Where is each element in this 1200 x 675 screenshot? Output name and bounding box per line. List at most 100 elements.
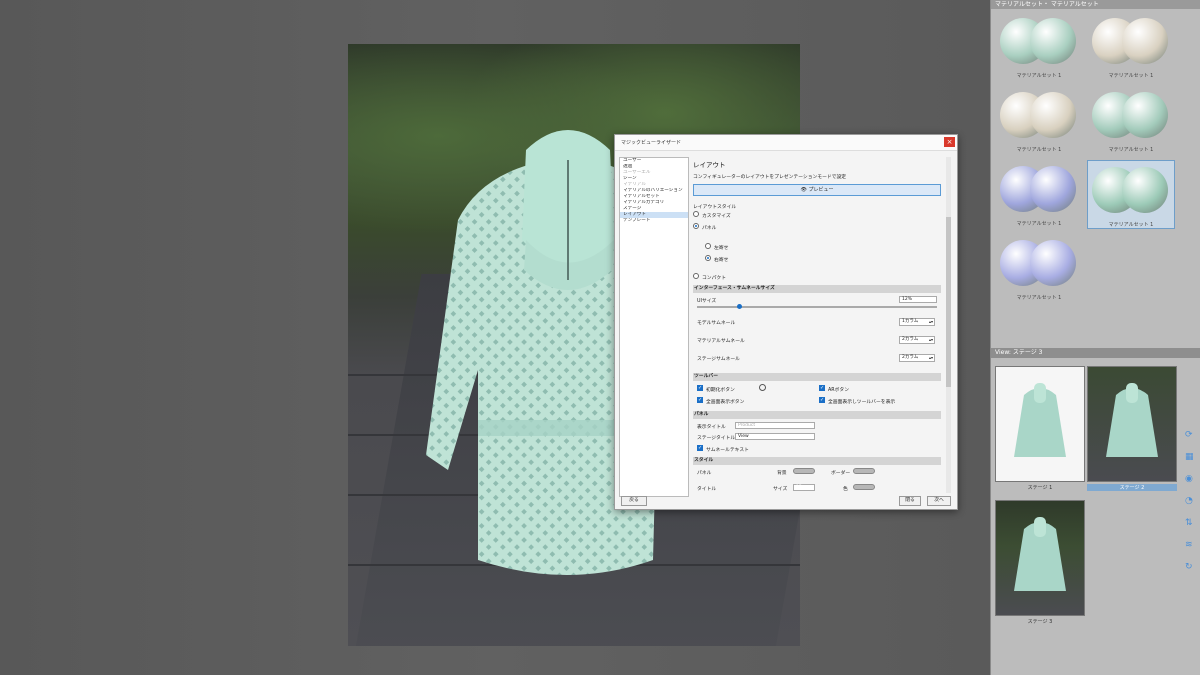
section-style[interactable]: スタイル: [693, 457, 941, 465]
wizard-step-list[interactable]: ユーザー 透過 ユーザーエル シーン マテリアル マテリアルのバリエーション マテリアルセッ…: [619, 157, 689, 497]
section-toolbar[interactable]: ツールバー: [693, 373, 941, 381]
ui-size-field[interactable]: 12%: [899, 296, 937, 303]
material-preview: [998, 160, 1080, 218]
radio-compact[interactable]: [693, 273, 699, 279]
layout-settings: レイアウト コンフィギュレーターのレイアウトをプレゼンテーションモードで設定 👁…: [693, 157, 943, 493]
radio-right[interactable]: [705, 255, 711, 261]
section-title: レイアウト: [693, 161, 726, 169]
stage-view-item[interactable]: ステージ 1: [995, 366, 1085, 491]
radio-left-label: 左寄せ: [714, 246, 729, 251]
stage-view-item[interactable]: ステージ 2: [1087, 366, 1177, 491]
material-label: マテリアルセット 1: [1016, 73, 1062, 79]
fullscreen-label: 全画面表示ボタン: [706, 400, 745, 405]
material-label: マテリアルセット 1: [1016, 147, 1062, 153]
back-button[interactable]: 戻る: [621, 496, 647, 506]
wifi-icon[interactable]: ≋: [1185, 540, 1197, 550]
stage-thumb-label: ステージサムネール: [697, 357, 740, 362]
material-thumb-select[interactable]: 2カラム: [899, 336, 935, 344]
eye-icon[interactable]: ◔: [1185, 496, 1197, 506]
bg-color-swatch[interactable]: [793, 468, 815, 474]
style-size-label: サイズ: [773, 487, 788, 492]
material-set-item[interactable]: マテリアルセット 1: [1087, 12, 1175, 79]
info-icon[interactable]: [759, 384, 766, 391]
rotate-icon[interactable]: ⟳: [1185, 430, 1197, 440]
material-preview: [1090, 161, 1172, 219]
stage-view-item[interactable]: ステージ 3: [995, 500, 1085, 625]
fullscreen-toolbar-checkbox[interactable]: ✓: [819, 397, 825, 403]
material-set-item[interactable]: マテリアルセット 1: [995, 234, 1083, 301]
style-title-label: タイトル: [697, 487, 717, 492]
stage-label: ステージ 1: [1027, 485, 1053, 491]
section-interface[interactable]: インターフェース・サムネールサイズ: [693, 285, 941, 293]
stage-label: ステージ 2: [1087, 484, 1177, 491]
side-toolbar: ⟳ ▦ ◉ ◔ ⇅ ≋ ↻: [1185, 430, 1200, 584]
reset-view-checkbox[interactable]: ✓: [697, 385, 703, 391]
preview-button-label: プレビュー: [808, 187, 834, 193]
radio-right-label: 右寄せ: [714, 258, 729, 263]
stage-thumbnail: [995, 500, 1085, 616]
section-panel[interactable]: パネル: [693, 411, 941, 419]
radio-floating-label: カスタマイズ: [702, 214, 731, 219]
material-label: マテリアルセット 1: [1108, 147, 1154, 153]
style-bg-label: 背景: [777, 471, 787, 476]
wizard-step-10[interactable]: テンプレート: [620, 218, 688, 224]
model-thumb-label: モデルサムネール: [697, 321, 736, 326]
material-thumb-label: マテリアルサムネール: [697, 339, 745, 344]
material-preview: [1090, 86, 1172, 144]
material-set-item[interactable]: マテリアルセット 1: [995, 86, 1083, 153]
radio-compact-label: コンパクト: [702, 276, 726, 281]
grid-icon[interactable]: ▦: [1185, 452, 1197, 462]
close-icon[interactable]: ×: [944, 137, 955, 147]
stage-label: ステージ 3: [1027, 619, 1053, 625]
ui-size-label: UIサイズ: [697, 299, 717, 304]
stage-title-input[interactable]: View: [735, 433, 815, 440]
model-thumb-select[interactable]: 1カラム: [899, 318, 935, 326]
material-label: マテリアルセット 1: [1016, 295, 1062, 301]
section-description: コンフィギュレーターのレイアウトをプレゼンテーションモードで設定: [693, 175, 847, 180]
style-border-label: ボーダー: [831, 471, 851, 476]
dialog-titlebar[interactable]: マジックビューライザード ×: [615, 135, 957, 151]
eye-icon: 👁: [800, 187, 807, 193]
title-size-field[interactable]: 15: [793, 484, 815, 491]
material-set-item[interactable]: マテリアルセット 1: [1087, 86, 1175, 153]
border-color-swatch[interactable]: [853, 468, 875, 474]
ui-size-slider[interactable]: [697, 304, 937, 309]
stage-thumb-select[interactable]: 2カラム: [899, 354, 935, 362]
radio-left[interactable]: [705, 243, 711, 249]
close-button[interactable]: 閉る: [899, 496, 921, 506]
panel-title-label: 表示タイトル: [697, 425, 726, 430]
material-label: マテリアルセット 1: [1016, 221, 1062, 227]
material-set-item[interactable]: マテリアルセット 1: [995, 160, 1083, 227]
view-header: View: ステージ 3: [991, 348, 1200, 358]
slider-handle[interactable]: [737, 304, 742, 309]
material-preview: [998, 12, 1080, 70]
stage-title-label: ステージタイトル: [697, 436, 736, 441]
next-button[interactable]: 次へ: [927, 496, 951, 506]
dialog-title: マジックビューライザード: [621, 140, 682, 146]
refresh-icon[interactable]: ↻: [1185, 562, 1197, 572]
radio-panel-label: パネル: [702, 226, 717, 231]
radio-panel[interactable]: [693, 223, 699, 229]
preview-button[interactable]: 👁 プレビュー: [693, 184, 941, 196]
camera-icon[interactable]: ◉: [1185, 474, 1197, 484]
panel-title-input[interactable]: Product: [735, 422, 815, 429]
arrow-icon[interactable]: ⇅: [1185, 518, 1197, 528]
material-preview: [998, 234, 1080, 292]
layout-style-label: レイアウトスタイル: [693, 205, 737, 210]
scrollbar-thumb[interactable]: [946, 217, 951, 387]
radio-floating[interactable]: [693, 211, 699, 217]
material-label: マテリアルセット 1: [1108, 222, 1154, 228]
ar-button-label: ARボタン: [828, 388, 850, 393]
fullscreen-checkbox[interactable]: ✓: [697, 397, 703, 403]
material-set-item[interactable]: マテリアルセット 1: [995, 12, 1083, 79]
stage-thumbnail: [995, 366, 1085, 482]
material-set-item[interactable]: マテリアルセット 1: [1087, 160, 1175, 229]
configurator-wizard-dialog: マジックビューライザード × ユーザー 透過 ユーザーエル シーン マテリアル マテリアル…: [614, 134, 958, 510]
thumb-text-checkbox[interactable]: ✓: [697, 445, 703, 451]
stage-thumbnail: [1087, 366, 1177, 482]
material-label: マテリアルセット 1: [1108, 73, 1154, 79]
ar-button-checkbox[interactable]: ✓: [819, 385, 825, 391]
style-panel-label: パネル: [697, 471, 712, 476]
title-color-swatch[interactable]: [853, 484, 875, 490]
content-scrollbar[interactable]: [946, 157, 951, 493]
